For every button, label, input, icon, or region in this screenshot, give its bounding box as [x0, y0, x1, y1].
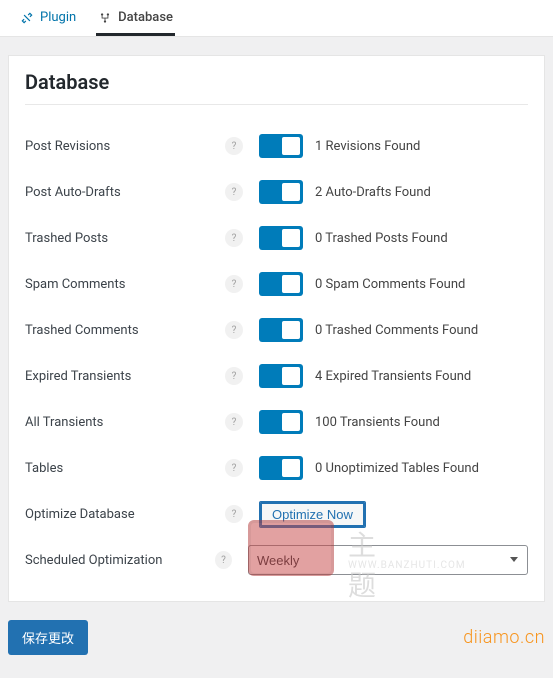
result-post-revisions: 1 Revisions Found — [315, 139, 420, 154]
row-spam-comments: Spam Comments ? 0 Spam Comments Found — [25, 261, 528, 307]
schedule-select[interactable]: Weekly — [248, 545, 528, 575]
schedule-select-wrap: Weekly — [248, 545, 528, 575]
label-expired-transients: Expired Transients — [25, 369, 225, 384]
help-icon[interactable]: ? — [225, 275, 243, 293]
toggle-post-revisions[interactable] — [259, 134, 303, 158]
toggle-trashed-posts[interactable] — [259, 226, 303, 250]
row-post-revisions: Post Revisions ? 1 Revisions Found — [25, 123, 528, 169]
tabs: Plugin Database — [0, 0, 553, 37]
page-title: Database — [25, 70, 528, 105]
save-button[interactable]: 保存更改 — [8, 620, 88, 655]
help-icon[interactable]: ? — [225, 229, 243, 247]
toggle-all-transients[interactable] — [259, 410, 303, 434]
help-icon[interactable]: ? — [225, 137, 243, 155]
help-icon[interactable]: ? — [225, 321, 243, 339]
label-post-revisions: Post Revisions — [25, 139, 225, 154]
result-tables: 0 Unoptimized Tables Found — [315, 461, 479, 476]
database-icon — [98, 11, 112, 25]
result-trashed-posts: 0 Trashed Posts Found — [315, 231, 448, 246]
label-scheduled-optimization: Scheduled Optimization — [25, 553, 215, 568]
tab-database[interactable]: Database — [96, 0, 175, 36]
row-expired-transients: Expired Transients ? 4 Expired Transient… — [25, 353, 528, 399]
label-tables: Tables — [25, 461, 225, 476]
label-post-auto-drafts: Post Auto-Drafts — [25, 185, 225, 200]
result-post-auto-drafts: 2 Auto-Drafts Found — [315, 185, 431, 200]
row-trashed-comments: Trashed Comments ? 0 Trashed Comments Fo… — [25, 307, 528, 353]
toggle-post-auto-drafts[interactable] — [259, 180, 303, 204]
help-icon[interactable]: ? — [225, 413, 243, 431]
help-icon[interactable]: ? — [215, 551, 232, 569]
result-expired-transients: 4 Expired Transients Found — [315, 369, 471, 384]
result-trashed-comments: 0 Trashed Comments Found — [315, 323, 478, 338]
help-icon[interactable]: ? — [225, 183, 243, 201]
row-optimize-database: Optimize Database ? Optimize Now — [25, 491, 528, 537]
label-trashed-comments: Trashed Comments — [25, 323, 225, 338]
row-trashed-posts: Trashed Posts ? 0 Trashed Posts Found — [25, 215, 528, 261]
help-icon[interactable]: ? — [225, 505, 243, 523]
tab-plugin[interactable]: Plugin — [18, 0, 78, 36]
row-tables: Tables ? 0 Unoptimized Tables Found — [25, 445, 528, 491]
toggle-expired-transients[interactable] — [259, 364, 303, 388]
label-all-transients: All Transients — [25, 415, 225, 430]
row-scheduled-optimization: Scheduled Optimization ? Weekly — [25, 537, 528, 583]
row-all-transients: All Transients ? 100 Transients Found — [25, 399, 528, 445]
tab-database-label: Database — [118, 10, 173, 25]
tab-plugin-label: Plugin — [40, 10, 76, 25]
help-icon[interactable]: ? — [225, 367, 243, 385]
result-all-transients: 100 Transients Found — [315, 415, 440, 430]
toggle-trashed-comments[interactable] — [259, 318, 303, 342]
result-spam-comments: 0 Spam Comments Found — [315, 277, 465, 292]
settings-panel: Database Post Revisions ? 1 Revisions Fo… — [8, 55, 545, 602]
toggle-tables[interactable] — [259, 456, 303, 480]
label-trashed-posts: Trashed Posts — [25, 231, 225, 246]
label-spam-comments: Spam Comments — [25, 277, 225, 292]
toggle-spam-comments[interactable] — [259, 272, 303, 296]
brand-text: diiamo.cn — [463, 627, 545, 648]
row-post-auto-drafts: Post Auto-Drafts ? 2 Auto-Drafts Found — [25, 169, 528, 215]
help-icon[interactable]: ? — [225, 459, 243, 477]
optimize-now-button[interactable]: Optimize Now — [259, 501, 366, 528]
plugin-icon — [20, 11, 34, 25]
label-optimize-database: Optimize Database — [25, 507, 225, 522]
save-bar: 保存更改 diiamo.cn — [0, 620, 553, 655]
